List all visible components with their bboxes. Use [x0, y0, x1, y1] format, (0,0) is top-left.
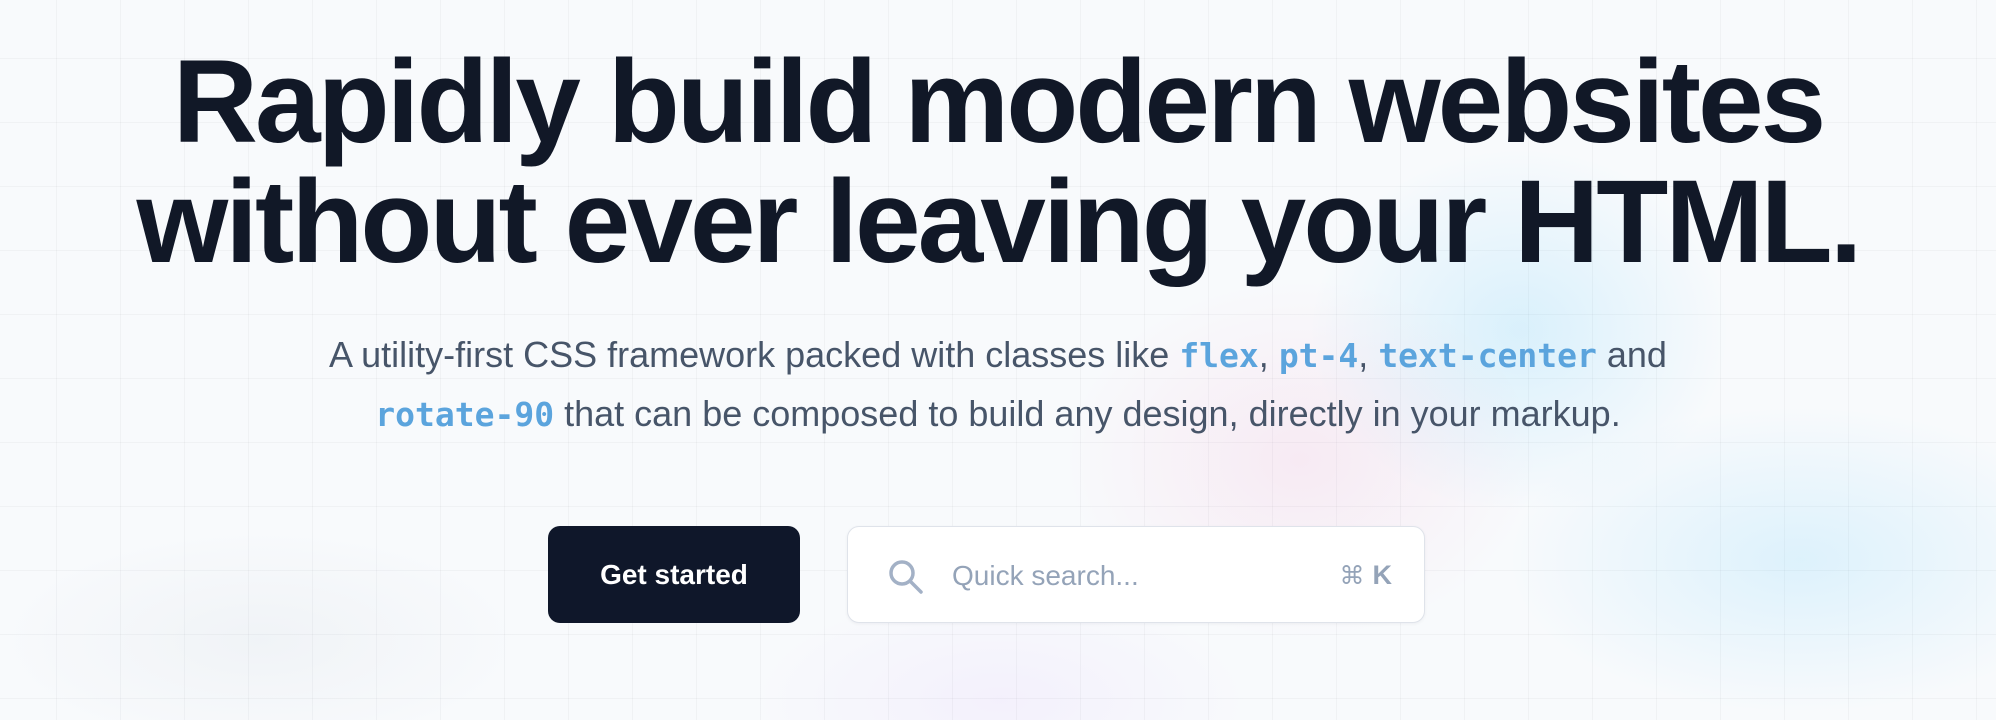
- search-icon: [889, 560, 923, 594]
- code-text-center: text-center: [1378, 336, 1597, 375]
- headline-line-1: Rapidly build modern websites: [172, 36, 1827, 168]
- hero-headline: Rapidly build modern websites without ev…: [0, 0, 1996, 282]
- quick-search-button[interactable]: Quick search... ⌘ K: [847, 526, 1425, 623]
- description-line-1: A utility-first CSS framework packed wit…: [258, 326, 1738, 385]
- description-text: that can be composed to build any design…: [554, 393, 1621, 434]
- headline-line-2: without ever leaving your HTML.: [136, 156, 1862, 288]
- hero-description: A utility-first CSS framework packed wit…: [258, 326, 1738, 444]
- hero-section: Rapidly build modern websites without ev…: [0, 0, 1996, 444]
- shortcut-key: K: [1372, 560, 1393, 590]
- description-text: A utility-first CSS framework packed wit…: [329, 334, 1180, 375]
- code-rotate-90: rotate-90: [375, 395, 555, 434]
- command-key-icon: ⌘: [1339, 561, 1365, 590]
- search-placeholder: Quick search...: [952, 560, 1139, 591]
- code-flex: flex: [1179, 336, 1259, 375]
- keyboard-shortcut: ⌘ K: [1340, 527, 1393, 624]
- code-pt-4: pt-4: [1278, 336, 1359, 375]
- description-text: and: [1596, 334, 1667, 375]
- separator: ,: [1358, 334, 1379, 375]
- hero-actions: Get started Quick search... ⌘ K: [0, 526, 1996, 623]
- separator: ,: [1258, 334, 1279, 375]
- description-line-2: rotate-90 that can be composed to build …: [258, 385, 1738, 444]
- get-started-button[interactable]: Get started: [548, 526, 800, 623]
